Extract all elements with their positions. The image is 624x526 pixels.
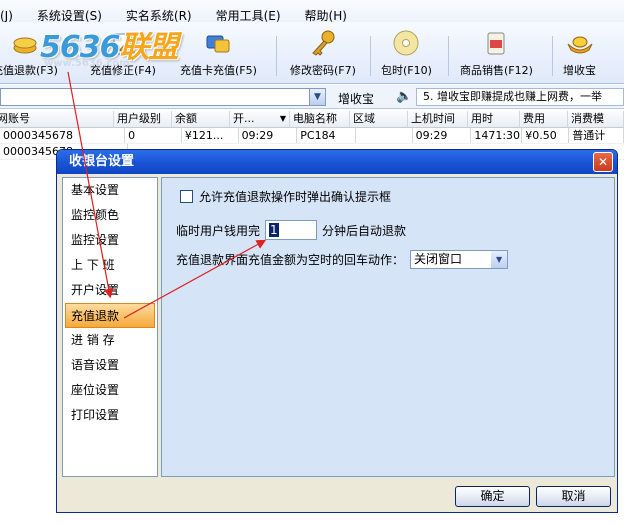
table-cell: ¥0.50 — [522, 128, 570, 143]
cancel-button[interactable]: 取消 — [536, 486, 611, 507]
auto-refund-suffix: 分钟后自动退款 — [322, 223, 407, 238]
card-icon — [206, 35, 230, 53]
toolbar-package-button[interactable]: 包时(F10) — [381, 22, 432, 84]
nav-item-voice[interactable]: 语音设置 — [63, 353, 157, 378]
toolbar-separator — [276, 36, 277, 76]
speaker-icon[interactable]: 🔈 — [396, 89, 412, 105]
table-cell: 普通计 — [569, 128, 624, 143]
enter-action-label: 充值退款界面充值金额为空时的回车动作： — [176, 253, 405, 267]
table-cell: 0 — [125, 128, 182, 143]
column-header-pc-name[interactable]: 电脑名称 — [290, 111, 350, 127]
nav-item-monitor-settings[interactable]: 监控设置 — [63, 228, 157, 253]
enter-action-select[interactable]: 关闭窗口 ▼ — [410, 250, 509, 269]
toolbar-card-recharge-button[interactable]: 充值卡充值(F5) — [180, 22, 257, 84]
dialog-body: 基本设置 监控颜色 监控设置 上 下 班 开户设置 充值退款 进 销 存 语音设… — [60, 175, 615, 481]
nav-item-recharge-refund[interactable]: 充值退款 — [65, 303, 155, 328]
cd-icon — [393, 30, 419, 56]
toolbar-product-sales-button[interactable]: 商品销售(F12) — [460, 22, 533, 84]
toolbar-separator — [370, 36, 371, 76]
nav-item-seat[interactable]: 座位设置 — [63, 378, 157, 403]
news-ticker: 5. 增收宝即赚提成也赚上网费，一举 — [416, 88, 624, 106]
table-row[interactable]: 0000345678 0 ¥121... 09:29 PC184 09:29 1… — [0, 128, 624, 144]
confirm-prompt-label: 允许充值退款操作时弹出确认提示框 — [199, 190, 392, 204]
chevron-down-icon[interactable]: ▼ — [491, 251, 508, 268]
column-header-fee[interactable]: 费用 — [520, 111, 568, 127]
toolbar-zengshoubao-button[interactable]: 增收宝 — [563, 22, 596, 84]
toolbar-package-label: 包时(F10) — [381, 64, 432, 77]
combo-input[interactable] — [0, 88, 310, 106]
column-header-balance[interactable]: 余额 — [172, 111, 230, 127]
sort-arrow-icon: ▼ — [279, 114, 286, 123]
toolbar-zengshoubao-label: 增收宝 — [563, 64, 596, 77]
nav-item-shift[interactable]: 上 下 班 — [63, 253, 157, 278]
table-cell: 09:29 — [413, 128, 472, 143]
nav-item-inventory[interactable]: 进 销 存 — [63, 328, 157, 353]
column-header-open[interactable]: 开... ▼ — [230, 111, 290, 127]
toolbar-change-password-button[interactable]: 修改密码(F7) — [290, 22, 356, 84]
auto-refund-minutes-input[interactable]: 1 — [265, 220, 318, 240]
chevron-down-icon[interactable]: ▼ — [309, 88, 326, 106]
nav-item-monitor-colors[interactable]: 监控颜色 — [63, 203, 157, 228]
confirm-prompt-option[interactable]: 允许充值退款操作时弹出确认提示框 — [180, 188, 391, 205]
confirm-prompt-checkbox[interactable] — [180, 190, 193, 203]
key-icon — [312, 30, 335, 56]
table-cell: 09:29 — [239, 128, 298, 143]
toolbar-product-sales-label: 商品销售(F12) — [460, 64, 533, 77]
table-cell: 0000345678 — [0, 128, 126, 143]
dialog-title: 收银台设置 — [69, 154, 135, 169]
nav-item-account-setup[interactable]: 开户设置 — [63, 278, 157, 303]
coins-icon — [13, 37, 37, 54]
close-icon[interactable]: ✕ — [593, 152, 613, 172]
zengshoubao-link[interactable]: 增收宝 — [338, 90, 374, 107]
auto-refund-row: 临时用户钱用完 1 分钟后自动退款 — [176, 220, 406, 240]
enter-action-row: 充值退款界面充值金额为空时的回车动作： 关闭窗口 ▼ — [176, 250, 509, 269]
column-header-level[interactable]: 用户级别 — [114, 111, 172, 127]
table-cell: ¥121... — [182, 128, 239, 143]
toolbar-card-recharge-label: 充值卡充值(F5) — [180, 64, 257, 77]
gold-ingot-icon — [567, 36, 592, 54]
cashier-settings-dialog: 收银台设置 ✕ 基本设置 监控颜色 监控设置 上 下 班 开户设置 充值退款 进… — [56, 149, 618, 513]
ok-button[interactable]: 确定 — [455, 486, 530, 507]
table-header: 上网账号 用户级别 余额 开...▼ 电脑名称 区域 上机时间 用时 费用 消费… — [0, 111, 624, 128]
column-header-duration[interactable]: 用时 — [468, 111, 520, 127]
nav-item-print[interactable]: 打印设置 — [63, 403, 157, 428]
toolbar-separator — [552, 36, 553, 76]
settings-nav: 基本设置 监控颜色 监控设置 上 下 班 开户设置 充值退款 进 销 存 语音设… — [62, 177, 158, 477]
dialog-title-bar[interactable]: 收银台设置 ✕ — [57, 150, 617, 174]
settings-panel: 允许充值退款操作时弹出确认提示框 临时用户钱用完 1 分钟后自动退款 充值退款界… — [161, 177, 615, 477]
column-header-account[interactable]: 上网账号 — [0, 111, 114, 127]
combo-bar: ▼ 增收宝 🔈 5. 增收宝即赚提成也赚上网费，一举 — [0, 85, 624, 109]
toolbar-change-password-label: 修改密码(F7) — [290, 64, 356, 77]
site-logo-url: www.5636.com — [44, 58, 130, 69]
nav-item-basic[interactable]: 基本设置 — [63, 178, 157, 203]
column-header-login-time[interactable]: 上机时间 — [408, 111, 468, 127]
auto-refund-prefix: 临时用户钱用完 — [176, 223, 261, 238]
product-icon — [487, 32, 505, 55]
column-header-mode[interactable]: 消费模 — [568, 111, 624, 127]
table-cell: 1471:30 — [471, 128, 523, 143]
dialog-footer: 确定 取消 — [57, 481, 617, 512]
toolbar-separator — [448, 36, 449, 76]
table-cell — [356, 128, 413, 143]
column-header-area[interactable]: 区域 — [350, 111, 408, 127]
table-cell: PC184 — [297, 128, 356, 143]
